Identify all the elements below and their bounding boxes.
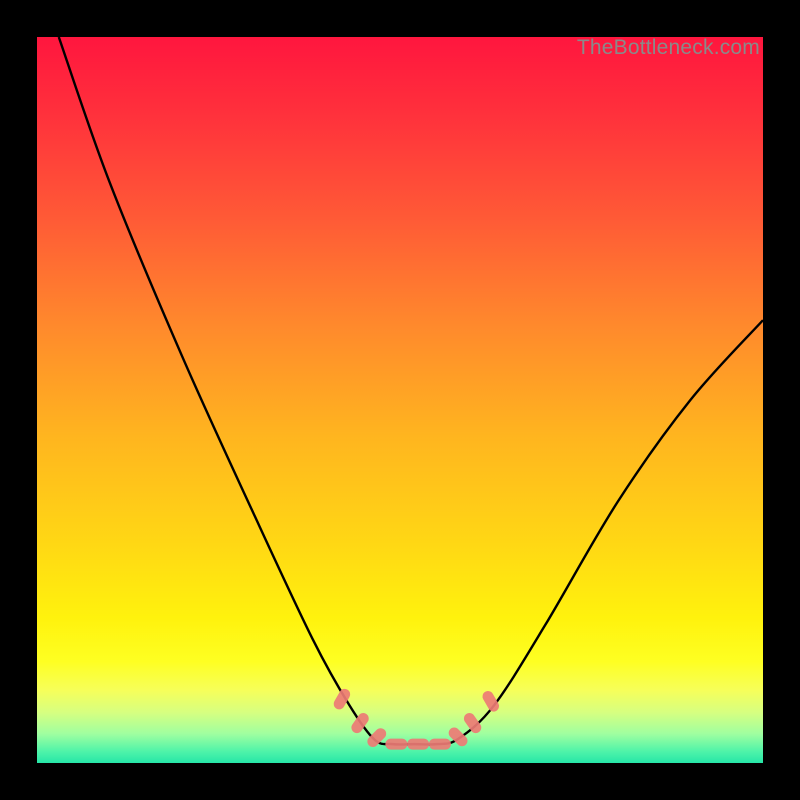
watermark-label: TheBottleneck.com (577, 36, 760, 60)
bottom-markers (332, 687, 501, 750)
marker-3 (385, 739, 407, 750)
marker-2 (365, 726, 388, 749)
marker-0 (332, 687, 353, 712)
marker-4 (407, 739, 429, 750)
marker-7 (462, 711, 484, 735)
chart-frame: TheBottleneck.com (0, 0, 800, 800)
bottleneck-curve-path (59, 37, 763, 745)
marker-5 (429, 739, 451, 750)
chart-overlay (37, 37, 763, 763)
bottleneck-curve (59, 37, 763, 745)
